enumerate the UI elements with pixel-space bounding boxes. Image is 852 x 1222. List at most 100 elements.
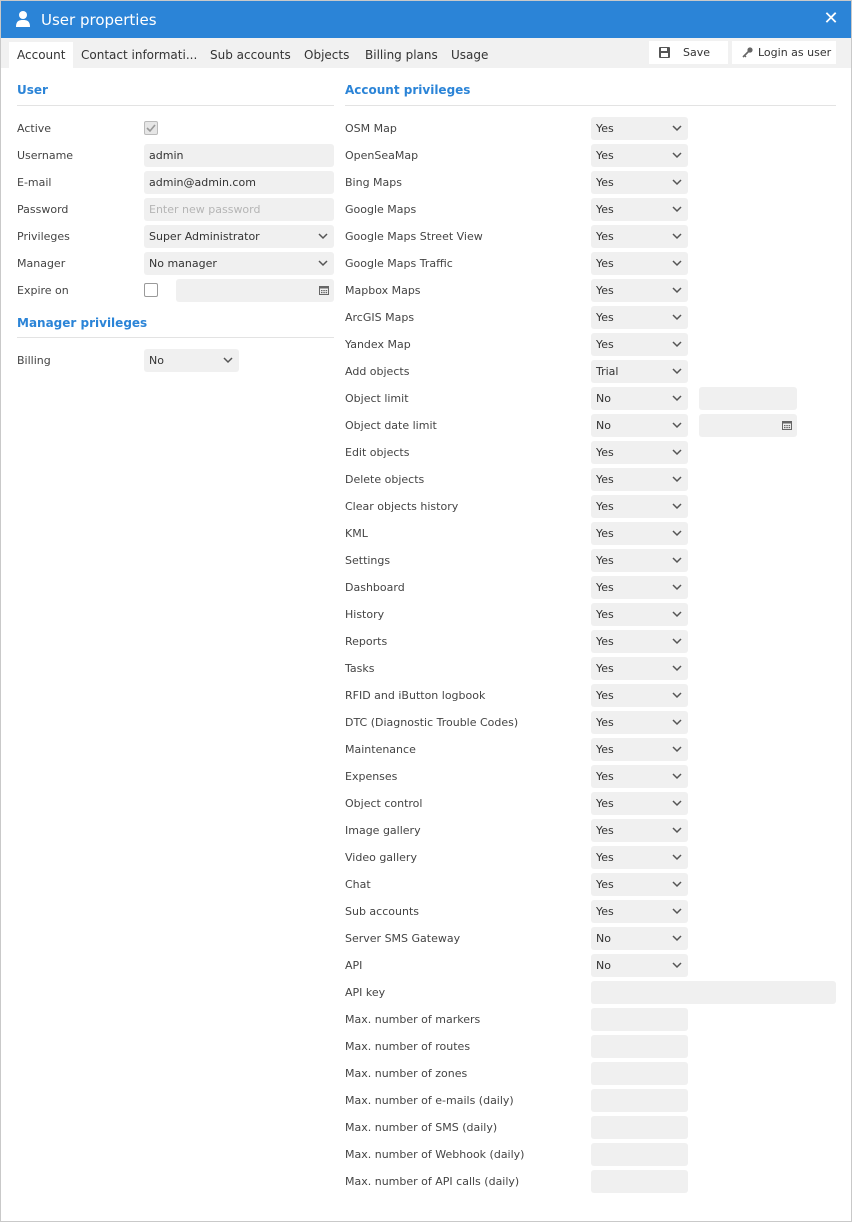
object-limit-select[interactable]: No	[591, 387, 688, 410]
login-as-user-button[interactable]: Login as user	[732, 41, 836, 64]
object-limit-input[interactable]	[699, 387, 797, 410]
google-maps-select[interactable]: Yes	[591, 198, 688, 221]
active-checkbox[interactable]	[144, 121, 158, 135]
mapbox-maps-value: Yes	[596, 284, 614, 297]
chevron-down-icon	[672, 503, 682, 510]
max-number-of-api-calls-daily-input[interactable]	[591, 1170, 688, 1193]
dashboard-select[interactable]: Yes	[591, 576, 688, 599]
video-gallery-select[interactable]: Yes	[591, 846, 688, 869]
key-icon	[742, 47, 753, 58]
manager-select[interactable]: No manager	[144, 252, 334, 275]
yandex-map-label: Yandex Map	[345, 338, 411, 351]
reports-select[interactable]: Yes	[591, 630, 688, 653]
video-gallery-value: Yes	[596, 851, 614, 864]
privileges-label: Privileges	[17, 230, 70, 243]
max-number-of-e-mails-daily-label: Max. number of e-mails (daily)	[345, 1094, 514, 1107]
max-number-of-routes-input[interactable]	[591, 1035, 688, 1058]
user-section-title: User	[17, 83, 48, 97]
delete-objects-select[interactable]: Yes	[591, 468, 688, 491]
sub-accounts-value: Yes	[596, 905, 614, 918]
rfid-and-ibutton-logbook-select[interactable]: Yes	[591, 684, 688, 707]
sub-accounts-label: Sub accounts	[345, 905, 419, 918]
osm-map-select[interactable]: Yes	[591, 117, 688, 140]
chevron-down-icon	[672, 881, 682, 888]
max-number-of-webhook-daily-input[interactable]	[591, 1143, 688, 1166]
dashboard-label: Dashboard	[345, 581, 405, 594]
kml-select[interactable]: Yes	[591, 522, 688, 545]
expenses-select[interactable]: Yes	[591, 765, 688, 788]
email-field[interactable]: admin@admin.com	[144, 171, 334, 194]
object-control-select[interactable]: Yes	[591, 792, 688, 815]
sub-accounts-select[interactable]: Yes	[591, 900, 688, 923]
max-number-of-sms-daily-input[interactable]	[591, 1116, 688, 1139]
expire-on-checkbox[interactable]	[144, 283, 158, 297]
server-sms-gateway-value: No	[596, 932, 611, 945]
max-number-of-zones-input[interactable]	[591, 1062, 688, 1085]
bing-maps-select[interactable]: Yes	[591, 171, 688, 194]
title-bar[interactable]: User properties ✕	[1, 1, 851, 38]
close-icon[interactable]: ✕	[823, 10, 839, 28]
server-sms-gateway-label: Server SMS Gateway	[345, 932, 461, 945]
chat-select[interactable]: Yes	[591, 873, 688, 896]
google-maps-label: Google Maps	[345, 203, 417, 216]
user-section-divider	[17, 105, 334, 106]
max-number-of-markers-input[interactable]	[591, 1008, 688, 1031]
maintenance-select[interactable]: Yes	[591, 738, 688, 761]
edit-objects-select[interactable]: Yes	[591, 441, 688, 464]
tab-billing-plans[interactable]: Billing plans	[365, 42, 438, 68]
max-number-of-e-mails-daily-input[interactable]	[591, 1089, 688, 1112]
expire-on-date-field[interactable]	[176, 279, 334, 302]
mapbox-maps-select[interactable]: Yes	[591, 279, 688, 302]
account-privileges-section-title: Account privileges	[345, 83, 471, 97]
save-button[interactable]: Save	[649, 41, 728, 64]
manager-value: No manager	[149, 257, 217, 270]
object-date-limit-select[interactable]: No	[591, 414, 688, 437]
tasks-select[interactable]: Yes	[591, 657, 688, 680]
tab-usage[interactable]: Usage	[451, 42, 488, 68]
tab-contact-information[interactable]: Contact informati...	[81, 42, 197, 68]
tab-objects[interactable]: Objects	[304, 42, 349, 68]
openseamap-select[interactable]: Yes	[591, 144, 688, 167]
history-select[interactable]: Yes	[591, 603, 688, 626]
add-objects-select[interactable]: Trial	[591, 360, 688, 383]
tab-account[interactable]: Account	[9, 42, 74, 68]
tab-bar: Account Contact informati... Sub account…	[1, 38, 851, 68]
calendar-icon[interactable]	[319, 285, 329, 295]
privileges-select[interactable]: Super Administrator	[144, 225, 334, 248]
save-button-label: Save	[683, 46, 711, 59]
api-select[interactable]: No	[591, 954, 688, 977]
yandex-map-select[interactable]: Yes	[591, 333, 688, 356]
image-gallery-select[interactable]: Yes	[591, 819, 688, 842]
arcgis-maps-select[interactable]: Yes	[591, 306, 688, 329]
object-date-limit-date-field[interactable]	[699, 414, 797, 437]
tab-sub-accounts[interactable]: Sub accounts	[210, 42, 291, 68]
clear-objects-history-select[interactable]: Yes	[591, 495, 688, 518]
chevron-down-icon	[672, 908, 682, 915]
password-field[interactable]: Enter new password	[144, 198, 334, 221]
username-field[interactable]: admin	[144, 144, 334, 167]
billing-select[interactable]: No	[144, 349, 239, 372]
username-label: Username	[17, 149, 74, 162]
dtc-diagnostic-trouble-codes-select[interactable]: Yes	[591, 711, 688, 734]
history-label: History	[345, 608, 385, 621]
kml-label: KML	[345, 527, 368, 540]
settings-select[interactable]: Yes	[591, 549, 688, 572]
arcgis-maps-label: ArcGIS Maps	[345, 311, 415, 324]
google-maps-street-view-label: Google Maps Street View	[345, 230, 483, 243]
google-maps-traffic-label: Google Maps Traffic	[345, 257, 453, 270]
api-value: No	[596, 959, 611, 972]
google-maps-street-view-select[interactable]: Yes	[591, 225, 688, 248]
chevron-down-icon	[672, 638, 682, 645]
server-sms-gateway-select[interactable]: No	[591, 927, 688, 950]
chevron-down-icon	[672, 530, 682, 537]
chat-label: Chat	[345, 878, 371, 891]
email-label: E-mail	[17, 176, 52, 189]
max-number-of-markers-label: Max. number of markers	[345, 1013, 481, 1026]
google-maps-traffic-select[interactable]: Yes	[591, 252, 688, 275]
object-control-label: Object control	[345, 797, 423, 810]
image-gallery-value: Yes	[596, 824, 614, 837]
api-key-input[interactable]	[591, 981, 836, 1004]
chat-value: Yes	[596, 878, 614, 891]
calendar-icon[interactable]	[782, 420, 792, 430]
checkmark-icon	[146, 124, 156, 133]
